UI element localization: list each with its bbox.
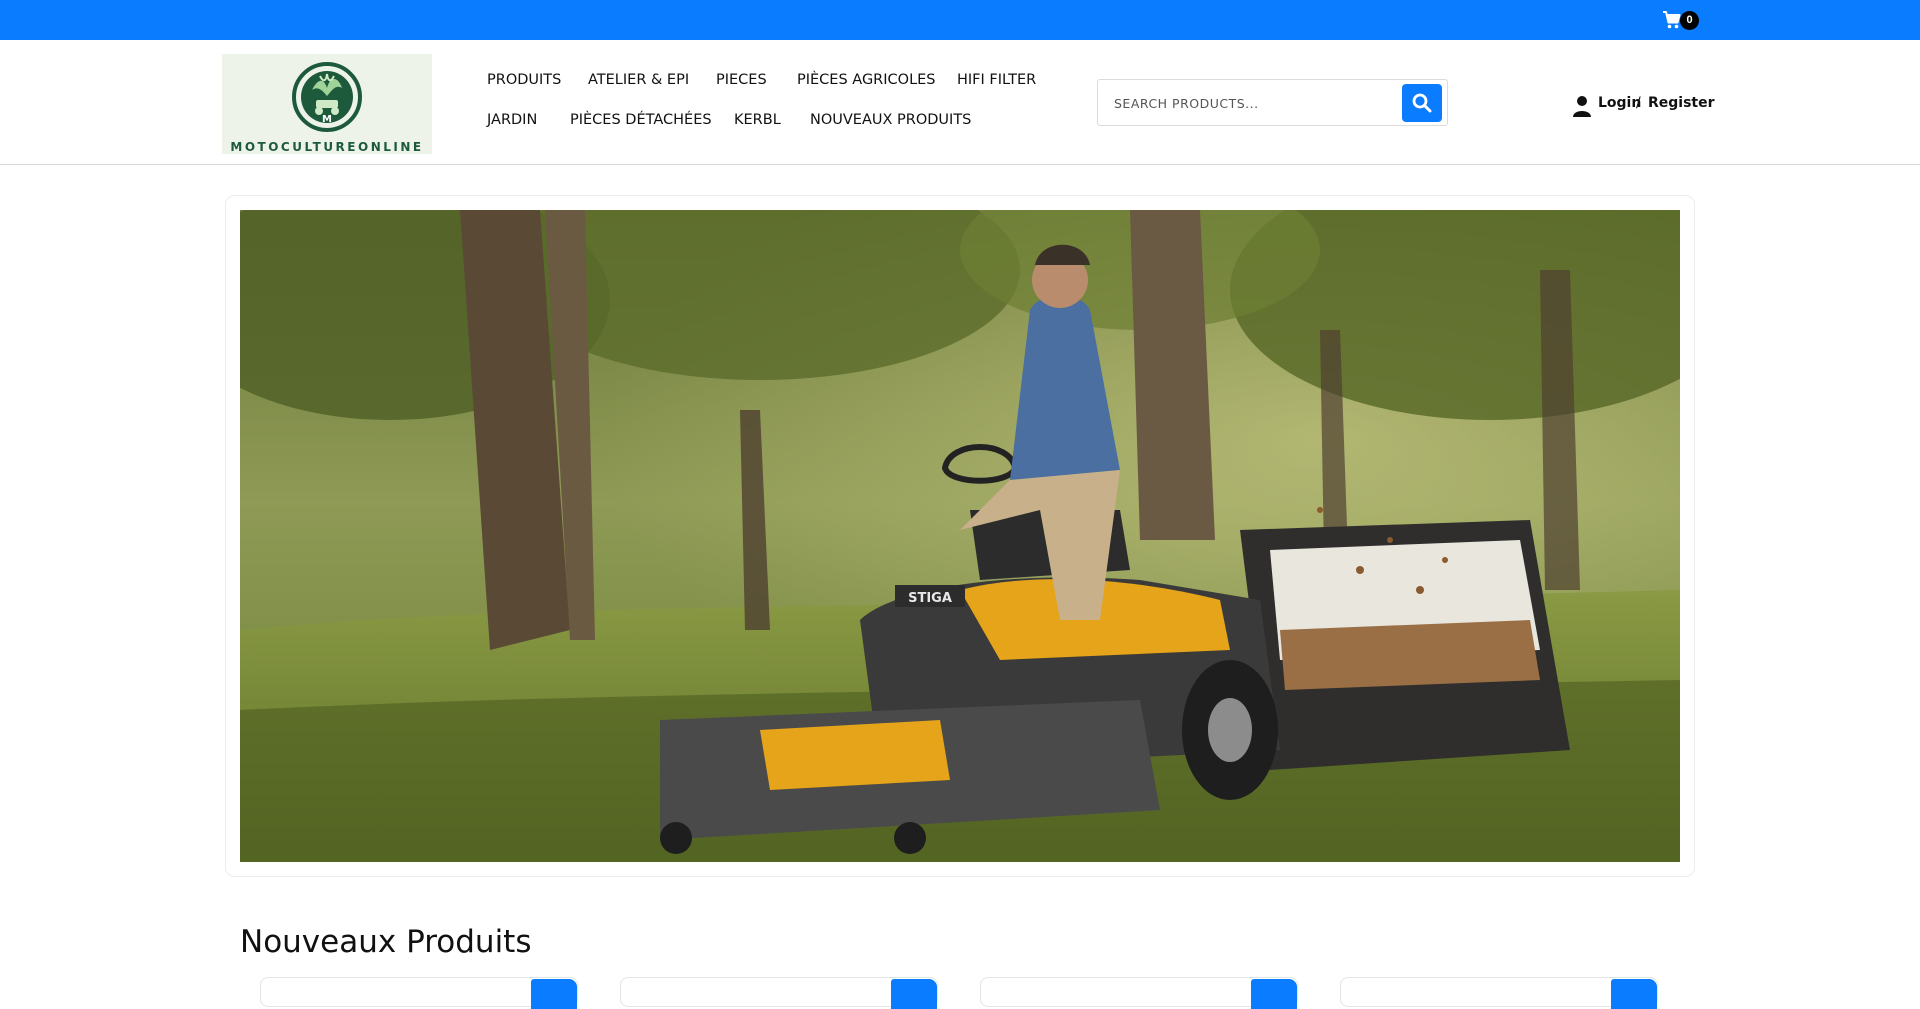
- cart-button[interactable]: 0: [1660, 8, 1700, 32]
- search-input[interactable]: [1114, 92, 1394, 114]
- login-link[interactable]: Login: [1598, 95, 1641, 111]
- product-card[interactable]: [260, 977, 578, 1009]
- logo-letter: M: [322, 114, 332, 125]
- nav-item-atelier-epi[interactable]: ATELIER & EPI: [588, 72, 689, 88]
- site-logo[interactable]: M MOTOCULTUREONLINE: [222, 54, 432, 154]
- product-card[interactable]: [620, 977, 938, 1009]
- product-card[interactable]: [980, 977, 1298, 1009]
- nav-item-produits[interactable]: PRODUITS: [487, 72, 561, 88]
- hero-brand-mark: STIGA: [908, 591, 952, 606]
- add-to-cart-button[interactable]: [1611, 979, 1657, 1009]
- nav-item-pieces-agricoles[interactable]: PIÈCES AGRICOLES: [797, 72, 936, 88]
- hero-lawn-mower-photo: STIGA: [240, 210, 1680, 862]
- product-card[interactable]: [1340, 977, 1658, 1009]
- search-icon: [1412, 93, 1432, 113]
- nav-item-nouveaux-produits[interactable]: NOUVEAUX PRODUITS: [810, 112, 971, 128]
- hero-banner-image[interactable]: STIGA: [240, 210, 1680, 862]
- nav-item-pieces-detachees[interactable]: PIÈCES DÉTACHÉES: [570, 112, 712, 128]
- add-to-cart-button[interactable]: [1251, 979, 1297, 1009]
- add-to-cart-button[interactable]: [891, 979, 937, 1009]
- site-header: M MOTOCULTUREONLINE PRODUITS ATELIER & E…: [0, 40, 1920, 165]
- add-to-cart-button[interactable]: [531, 979, 577, 1009]
- nav-item-jardin[interactable]: JARDIN: [487, 112, 537, 128]
- user-icon: [1573, 96, 1591, 117]
- nav-item-pieces[interactable]: PIECES: [716, 72, 767, 88]
- section-title: Nouveaux Produits: [240, 924, 532, 960]
- search-button[interactable]: [1402, 84, 1442, 122]
- cart-count-badge: 0: [1680, 11, 1699, 30]
- top-bar: 0: [0, 0, 1920, 40]
- account-separator: /: [1636, 95, 1641, 111]
- nav-item-hifi-filter[interactable]: HIFI FILTER: [957, 72, 1036, 88]
- nav-item-kerbl[interactable]: KERBL: [734, 112, 781, 128]
- register-link[interactable]: Register: [1648, 95, 1715, 111]
- logo-wordmark: MOTOCULTUREONLINE: [230, 140, 424, 154]
- shopping-cart-icon: [1663, 11, 1681, 29]
- logo-emblem-icon: M: [292, 62, 362, 132]
- search-bar: [1097, 79, 1448, 126]
